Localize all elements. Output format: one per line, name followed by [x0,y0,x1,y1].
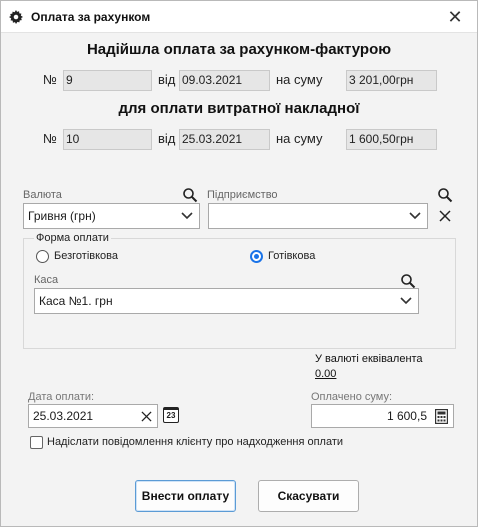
waybill-sum-label: на суму [276,131,323,146]
cashbox-value: Каса №1. грн [39,294,113,308]
invoice-sum-label: на суму [276,72,323,87]
chevron-down-icon [400,297,412,305]
currency-label: Валюта [23,189,62,201]
clear-company-icon[interactable] [437,208,453,224]
cashbox-label: Каса [34,274,59,286]
waybill-sum-field: 1 600,50грн [346,129,437,150]
invoice-heading: Надійшла оплата за рахунком-фактурою [86,41,392,58]
close-icon[interactable]: ✕ [445,7,465,27]
waybill-date-label: від [158,131,176,146]
title-bar: Оплата за рахунком ✕ [1,1,477,33]
radio-cashless-label[interactable]: Безготівкова [54,250,118,262]
company-search-icon[interactable] [437,187,453,203]
payment-date-input[interactable]: 25.03.2021 [28,404,158,428]
window-title: Оплата за рахунком [31,10,151,24]
payment-form-label: Форма оплати [34,232,111,244]
notify-checkbox[interactable] [30,436,43,449]
waybill-date-field: 25.03.2021 [179,129,270,150]
waybill-heading: для оплати витратної накладної [118,100,360,117]
payment-dialog: Оплата за рахунком ✕ Надійшла оплата за … [0,0,478,527]
calendar-icon[interactable]: 23 [163,407,179,423]
equivalent-label: У валюті еквівалента [315,353,423,365]
chevron-down-icon [409,212,421,220]
company-select[interactable] [208,203,428,229]
paid-sum-input[interactable]: 1 600,5 [311,404,454,428]
invoice-date-field: 09.03.2021 [179,70,270,91]
paid-sum-value: 1 600,5 [386,409,427,423]
waybill-number-field: 10 [63,129,152,150]
invoice-sum-field: 3 201,00грн [346,70,437,91]
payment-date-value: 25.03.2021 [33,409,94,423]
radio-cashless[interactable] [36,250,49,263]
clear-date-icon[interactable] [141,411,152,422]
payment-date-label: Дата оплати: [28,391,95,403]
currency-search-icon[interactable] [182,187,198,203]
equivalent-value[interactable]: 0.00 [315,368,336,380]
currency-value: Гривня (грн) [28,209,96,223]
notify-label[interactable]: Надіслати повідомлення клієнту про надхо… [47,436,343,448]
currency-select[interactable]: Гривня (грн) [23,203,200,229]
waybill-number-label: № [43,131,57,146]
cashbox-search-icon[interactable] [400,273,416,289]
company-label: Підприємство [207,189,278,201]
radio-cash[interactable] [250,250,263,263]
submit-payment-button[interactable]: Внести оплату [135,480,236,512]
invoice-date-label: від [158,72,176,87]
calculator-icon[interactable] [435,409,448,424]
invoice-number-field: 9 [63,70,152,91]
invoice-number-label: № [43,72,57,87]
cashbox-select[interactable]: Каса №1. грн [34,288,419,314]
gear-icon [9,10,23,24]
calendar-day: 23 [166,411,176,420]
cancel-button[interactable]: Скасувати [258,480,359,512]
paid-sum-label: Оплачено суму: [311,391,393,403]
chevron-down-icon [181,212,193,220]
radio-cash-label[interactable]: Готівкова [268,250,315,262]
